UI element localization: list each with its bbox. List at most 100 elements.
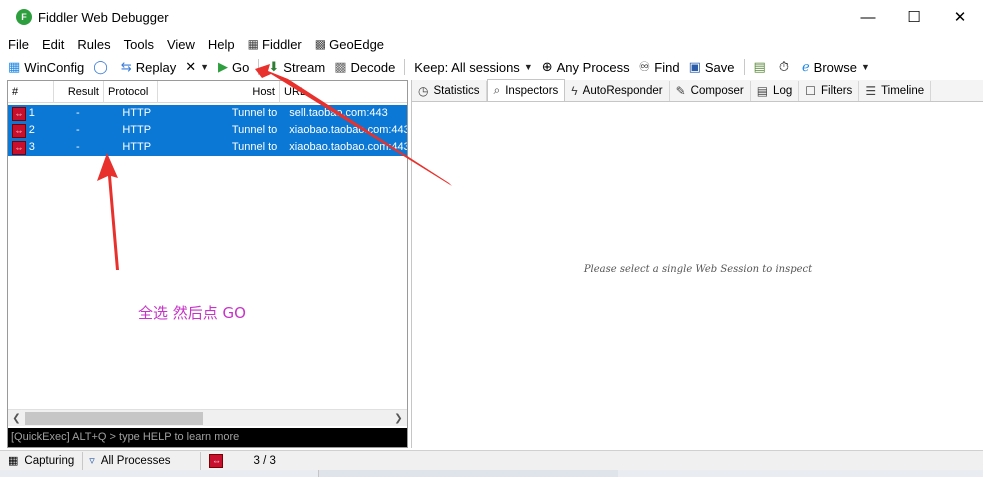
tab-statistics[interactable]: ◷ Statistics — [412, 81, 487, 101]
column-header-result[interactable]: Result — [54, 81, 104, 103]
status-bar: ▦ Capturing ▿ All Processes ⇔ 3 / 3 — [0, 450, 983, 470]
scrollbar-thumb[interactable] — [25, 412, 203, 425]
remove-icon: ✕ — [185, 59, 197, 74]
fiddler-app-icon: F — [16, 9, 32, 25]
toolbar: ▦ WinConfig ◯ ⇆ Replay ✕ ▼ ▶ Go ⬇ Stream ▩ Dec… — [0, 55, 983, 79]
replay-button[interactable]: ⇆ Replay — [121, 59, 176, 75]
timer-button[interactable]: ⏱ — [779, 59, 793, 75]
window-controls: — ☐ ✕ — [845, 0, 983, 34]
menu-geoedge-label: GeoEdge — [329, 36, 385, 52]
close-button[interactable]: ✕ — [937, 0, 983, 34]
tab-statistics-label: Statistics — [433, 85, 480, 97]
tab-autoresponder[interactable]: ϟ AutoResponder — [565, 81, 670, 101]
process-filter[interactable]: ▿ All Processes — [83, 451, 202, 470]
tab-filters[interactable]: ☐ Filters — [799, 81, 860, 101]
session-host: Tunnel to — [231, 124, 278, 136]
chevron-down-icon: ▼ — [523, 62, 533, 72]
minimize-button[interactable]: — — [845, 0, 891, 34]
browse-button[interactable]: ℯ Browse ▼ — [802, 59, 870, 75]
log-icon: ▤ — [756, 84, 769, 98]
any-process-button[interactable]: ⊕ Any Process — [542, 59, 630, 75]
chevron-down-icon: ▼ — [861, 62, 870, 72]
session-number: 3 — [28, 141, 35, 153]
menu-help[interactable]: Help — [208, 37, 235, 52]
tab-timeline-label: Timeline — [881, 85, 925, 97]
tab-filters-label: Filters — [821, 85, 853, 97]
session-result: - — [75, 107, 80, 119]
column-header-protocol[interactable]: Protocol — [104, 81, 158, 103]
column-header-host[interactable]: Host — [158, 81, 280, 103]
find-button[interactable]: ♾ Find — [639, 59, 680, 75]
decode-label: Decode — [350, 59, 396, 75]
inspector-tabs: ◷ Statistics ⌕ Inspectors ϟ AutoResponder ✎… — [412, 79, 983, 102]
decode-button[interactable]: ▩ Decode — [334, 59, 395, 75]
tab-composer[interactable]: ✎ Composer — [670, 81, 751, 101]
horizontal-scrollbar[interactable]: ❮ ❯ — [8, 409, 407, 426]
comment-button[interactable]: ◯ — [93, 59, 112, 75]
menu-geoedge[interactable]: ▩ GeoEdge — [315, 37, 384, 52]
menu-fiddler[interactable]: ▦ Fiddler — [248, 37, 302, 52]
replay-label: Replay — [135, 59, 177, 75]
menu-tools[interactable]: Tools — [124, 37, 154, 52]
quickexec-input[interactable]: [QuickExec] ALT+Q > type HELP to learn m… — [8, 428, 407, 447]
column-header-number[interactable]: # — [8, 81, 54, 103]
save-icon: ▣ — [688, 59, 701, 74]
session-row[interactable]: ⇔ 1 - HTTP Tunnel to sell.taobao.com:443 — [8, 105, 407, 122]
window-title: Fiddler Web Debugger — [38, 9, 169, 25]
capture-icon: ▦ — [8, 455, 19, 467]
menu-edit[interactable]: Edit — [42, 37, 64, 52]
tab-autoresponder-label: AutoResponder — [582, 85, 663, 97]
crosshair-icon: ⊕ — [541, 59, 553, 74]
timeline-icon: ☰ — [865, 84, 877, 98]
sessions-header: # Result Protocol Host URL — [8, 81, 407, 103]
tunnel-session-icon: ⇔ — [12, 123, 26, 138]
session-host: Tunnel to — [231, 107, 278, 119]
scroll-left-icon[interactable]: ❮ — [8, 410, 25, 427]
geoedge-icon: ▩ — [314, 37, 327, 51]
stream-arrow-icon: ⬇ — [268, 59, 280, 74]
maximize-button[interactable]: ☐ — [891, 0, 937, 34]
save-button[interactable]: ▣ Save — [689, 59, 735, 75]
session-result: - — [75, 124, 80, 136]
menu-fiddler-label: Fiddler — [262, 36, 302, 52]
screenshot-button[interactable]: ▤ — [754, 59, 770, 75]
comment-bubble-icon: ◯ — [93, 59, 108, 74]
session-row[interactable]: ⇔ 2 - HTTP Tunnel to xiaobao.taobao.com:… — [8, 122, 407, 139]
go-button[interactable]: ▶ Go — [218, 59, 249, 75]
winconfig-button[interactable]: ▦ WinConfig — [8, 59, 84, 75]
session-url: xiaobao.taobao.com:443 — [289, 141, 407, 153]
session-protocol: HTTP — [122, 107, 152, 119]
session-host: Tunnel to — [231, 141, 278, 153]
keep-sessions-dropdown[interactable]: Keep: All sessions ▼ — [414, 60, 532, 75]
background-window-fragment — [318, 470, 618, 477]
checkbox-icon: ☐ — [805, 84, 816, 98]
scroll-right-icon[interactable]: ❯ — [390, 410, 407, 427]
sessions-pane: # Result Protocol Host URL ⇔ 1 - HTTP Tu… — [7, 80, 408, 448]
stream-button[interactable]: ⬇ Stream — [268, 59, 325, 75]
tab-log[interactable]: ▤ Log — [751, 81, 800, 101]
session-count: 3 / 3 — [253, 454, 276, 467]
find-label: Find — [654, 59, 680, 75]
binoculars-icon: ♾ — [638, 59, 651, 74]
menu-rules[interactable]: Rules — [77, 37, 110, 52]
tab-timeline[interactable]: ☰ Timeline — [859, 81, 932, 101]
menu-file[interactable]: File — [8, 37, 29, 52]
session-row[interactable]: ⇔ 3 - HTTP Tunnel to xiaobao.taobao.com:… — [8, 139, 407, 156]
capturing-indicator[interactable]: ▦ Capturing — [0, 451, 84, 470]
tab-inspectors-label: Inspectors — [505, 84, 559, 97]
annotation-text: 全选 然后点 GO — [138, 304, 246, 322]
toolbar-separator — [743, 59, 745, 75]
column-header-url[interactable]: URL — [280, 81, 407, 103]
tunnel-session-icon: ⇔ — [12, 140, 26, 155]
go-label: Go — [232, 59, 250, 75]
tab-inspectors[interactable]: ⌕ Inspectors — [486, 79, 566, 101]
session-number: 1 — [28, 107, 35, 119]
menu-view[interactable]: View — [167, 37, 195, 52]
session-count-icon: ⇔ — [209, 453, 224, 468]
save-label: Save — [704, 59, 735, 75]
remove-button[interactable]: ✕ ▼ — [185, 59, 209, 75]
session-protocol: HTTP — [122, 124, 152, 136]
background-window-strip — [0, 470, 983, 477]
title-bar: F Fiddler Web Debugger — ☐ ✕ — [0, 0, 983, 34]
decode-icon: ▩ — [334, 59, 347, 74]
